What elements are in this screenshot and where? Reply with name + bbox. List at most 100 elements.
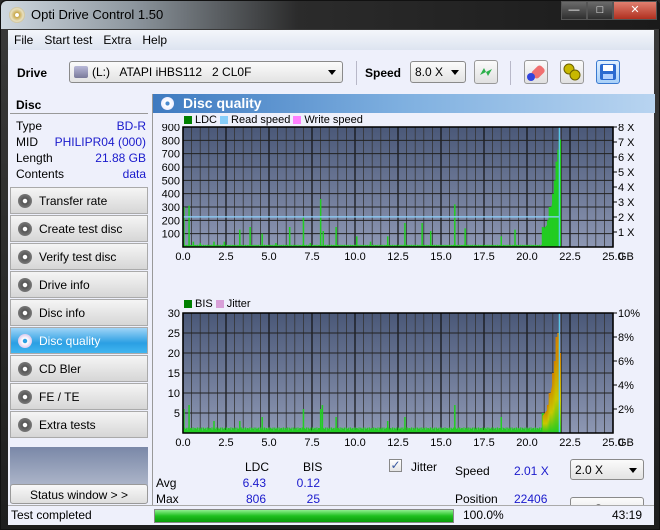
bar-ramp bbox=[552, 371, 555, 433]
disc-quality-panel: Disc quality LDC Read speed Write speed … bbox=[152, 94, 655, 522]
ldc-chart: 100 200300400 500600700 800900 0.0 2.5 5.0 7.5 1… bbox=[162, 124, 636, 263]
speed-label: Speed bbox=[365, 66, 402, 80]
title-bar[interactable]: Opti Drive Control 1.50 — □ ✕ bbox=[1, 1, 660, 29]
test-speed-select[interactable]: 2.0 X bbox=[570, 459, 644, 480]
test-speed-value: 2.0 X bbox=[575, 463, 604, 477]
drive-select[interactable]: (L:) ATAPI iHBS112 2 CL0F bbox=[69, 61, 343, 83]
bar bbox=[454, 405, 456, 433]
bar bbox=[249, 227, 251, 247]
x-tick-label: 12.5 bbox=[387, 437, 408, 449]
disc-quality-icon bbox=[18, 334, 32, 348]
y-tick-label: 25 bbox=[168, 328, 180, 340]
refresh-button[interactable] bbox=[474, 60, 498, 84]
y2-tick-label: 4% bbox=[618, 380, 634, 392]
y-tick-label: 400 bbox=[162, 189, 180, 201]
bar bbox=[302, 217, 305, 247]
nav-create-test-disc[interactable]: Create test disc bbox=[10, 215, 148, 242]
bar bbox=[239, 229, 241, 247]
col-header-bis: BIS bbox=[303, 460, 323, 474]
close-button[interactable]: ✕ bbox=[613, 1, 657, 20]
speed-readout: 2.01 X bbox=[514, 464, 549, 478]
y-tick-label: 5 bbox=[174, 408, 180, 420]
save-button[interactable] bbox=[596, 60, 620, 84]
y2-tick-label: 8% bbox=[618, 332, 634, 344]
y2-tick-label: 2 X bbox=[618, 212, 635, 224]
nav-cd-bler[interactable]: CD Bler bbox=[10, 355, 148, 382]
y2-tick-label: 6% bbox=[618, 356, 634, 368]
nav-disc-quality[interactable]: Disc quality bbox=[10, 327, 148, 354]
y2-tick-label: 6 X bbox=[618, 152, 635, 164]
settings-button[interactable] bbox=[560, 60, 584, 84]
x-tick-label: 15.0 bbox=[430, 437, 451, 449]
y-tick-label: 20 bbox=[168, 348, 180, 360]
speed-label: Speed bbox=[455, 464, 490, 478]
nav-transfer-rate[interactable]: Transfer rate bbox=[10, 187, 148, 214]
x-tick-label: 22.5 bbox=[559, 251, 580, 263]
bis-swatch bbox=[184, 300, 192, 308]
transfer-rate-icon bbox=[18, 194, 32, 208]
bar bbox=[261, 233, 263, 247]
menu-file[interactable]: File bbox=[8, 30, 38, 47]
speed-select[interactable]: 8.0 X bbox=[410, 61, 466, 83]
chevron-down-icon bbox=[451, 70, 459, 75]
bar bbox=[454, 204, 456, 247]
client-area: File Start test Extra Help Drive (L:) ATAPI… bbox=[8, 30, 655, 525]
nav-extra-tests[interactable]: Extra tests bbox=[10, 411, 148, 438]
maximize-button[interactable]: □ bbox=[587, 1, 613, 20]
x-tick-label: 17.5 bbox=[473, 251, 494, 263]
progress-bar bbox=[154, 509, 454, 523]
bar bbox=[319, 199, 322, 247]
bar bbox=[429, 231, 432, 247]
toolbar-divider bbox=[510, 61, 511, 85]
x-tick-label: 20.0 bbox=[516, 251, 537, 263]
minimize-button[interactable]: — bbox=[561, 1, 587, 20]
x-tick-label: 5.0 bbox=[261, 251, 276, 263]
disc-type-label: Type bbox=[16, 119, 43, 133]
write-speed-swatch bbox=[293, 116, 302, 124]
disc-mid-label: MID bbox=[16, 135, 38, 149]
bar bbox=[288, 227, 291, 247]
refresh-icon bbox=[480, 68, 492, 76]
nav-label: Verify test disc bbox=[39, 250, 117, 264]
y-tick-label: 900 bbox=[162, 124, 180, 134]
toolbar: Drive (L:) ATAPI iHBS112 2 CL0F Speed 8.… bbox=[8, 52, 654, 94]
bar bbox=[421, 223, 423, 247]
disc-type-row: Type BD-R bbox=[16, 119, 146, 135]
x-unit-label: GB bbox=[618, 251, 634, 263]
status-window-button[interactable]: Status window > > bbox=[10, 484, 148, 504]
menu-extra[interactable]: Extra bbox=[97, 30, 136, 47]
bar bbox=[386, 236, 389, 247]
save-icon bbox=[600, 64, 616, 80]
bar bbox=[356, 236, 358, 247]
jitter-checkbox[interactable]: ✓ bbox=[389, 459, 402, 472]
nav-label: CD Bler bbox=[39, 362, 82, 376]
bar bbox=[322, 231, 324, 247]
fe-te-icon bbox=[18, 390, 32, 404]
y2-tick-label: 5 X bbox=[618, 167, 635, 179]
bar bbox=[302, 409, 305, 433]
x-tick-label: 7.5 bbox=[304, 437, 319, 449]
menu-help[interactable]: Help bbox=[136, 30, 172, 47]
bar bbox=[386, 421, 389, 433]
bar bbox=[404, 223, 406, 247]
erase-button[interactable] bbox=[524, 60, 548, 84]
nav-verify-test-disc[interactable]: Verify test disc bbox=[10, 243, 148, 270]
x-tick-label: 12.5 bbox=[387, 251, 408, 263]
avg-label: Avg bbox=[156, 476, 177, 490]
bar bbox=[369, 241, 372, 247]
nav-fe-te[interactable]: FE / TE bbox=[10, 383, 148, 410]
disc-length-value: 21.88 GB bbox=[95, 151, 146, 165]
y-tick-label: 30 bbox=[168, 308, 180, 320]
bar bbox=[321, 405, 324, 433]
menu-start-test[interactable]: Start test bbox=[38, 30, 97, 47]
x-tick-label: 10.0 bbox=[344, 251, 365, 263]
y-tick-label: 200 bbox=[162, 215, 180, 227]
nav-drive-info[interactable]: Drive info bbox=[10, 271, 148, 298]
jitter-swatch bbox=[215, 300, 224, 308]
nav-disc-info[interactable]: Disc info bbox=[10, 299, 148, 326]
y-tick-label: 600 bbox=[162, 162, 180, 174]
bar-ramp bbox=[556, 164, 558, 247]
y2-tick-label: 2% bbox=[618, 404, 634, 416]
y2-tick-label: 4 X bbox=[618, 182, 635, 194]
app-window: Opti Drive Control 1.50 — □ ✕ File Start … bbox=[0, 0, 660, 530]
